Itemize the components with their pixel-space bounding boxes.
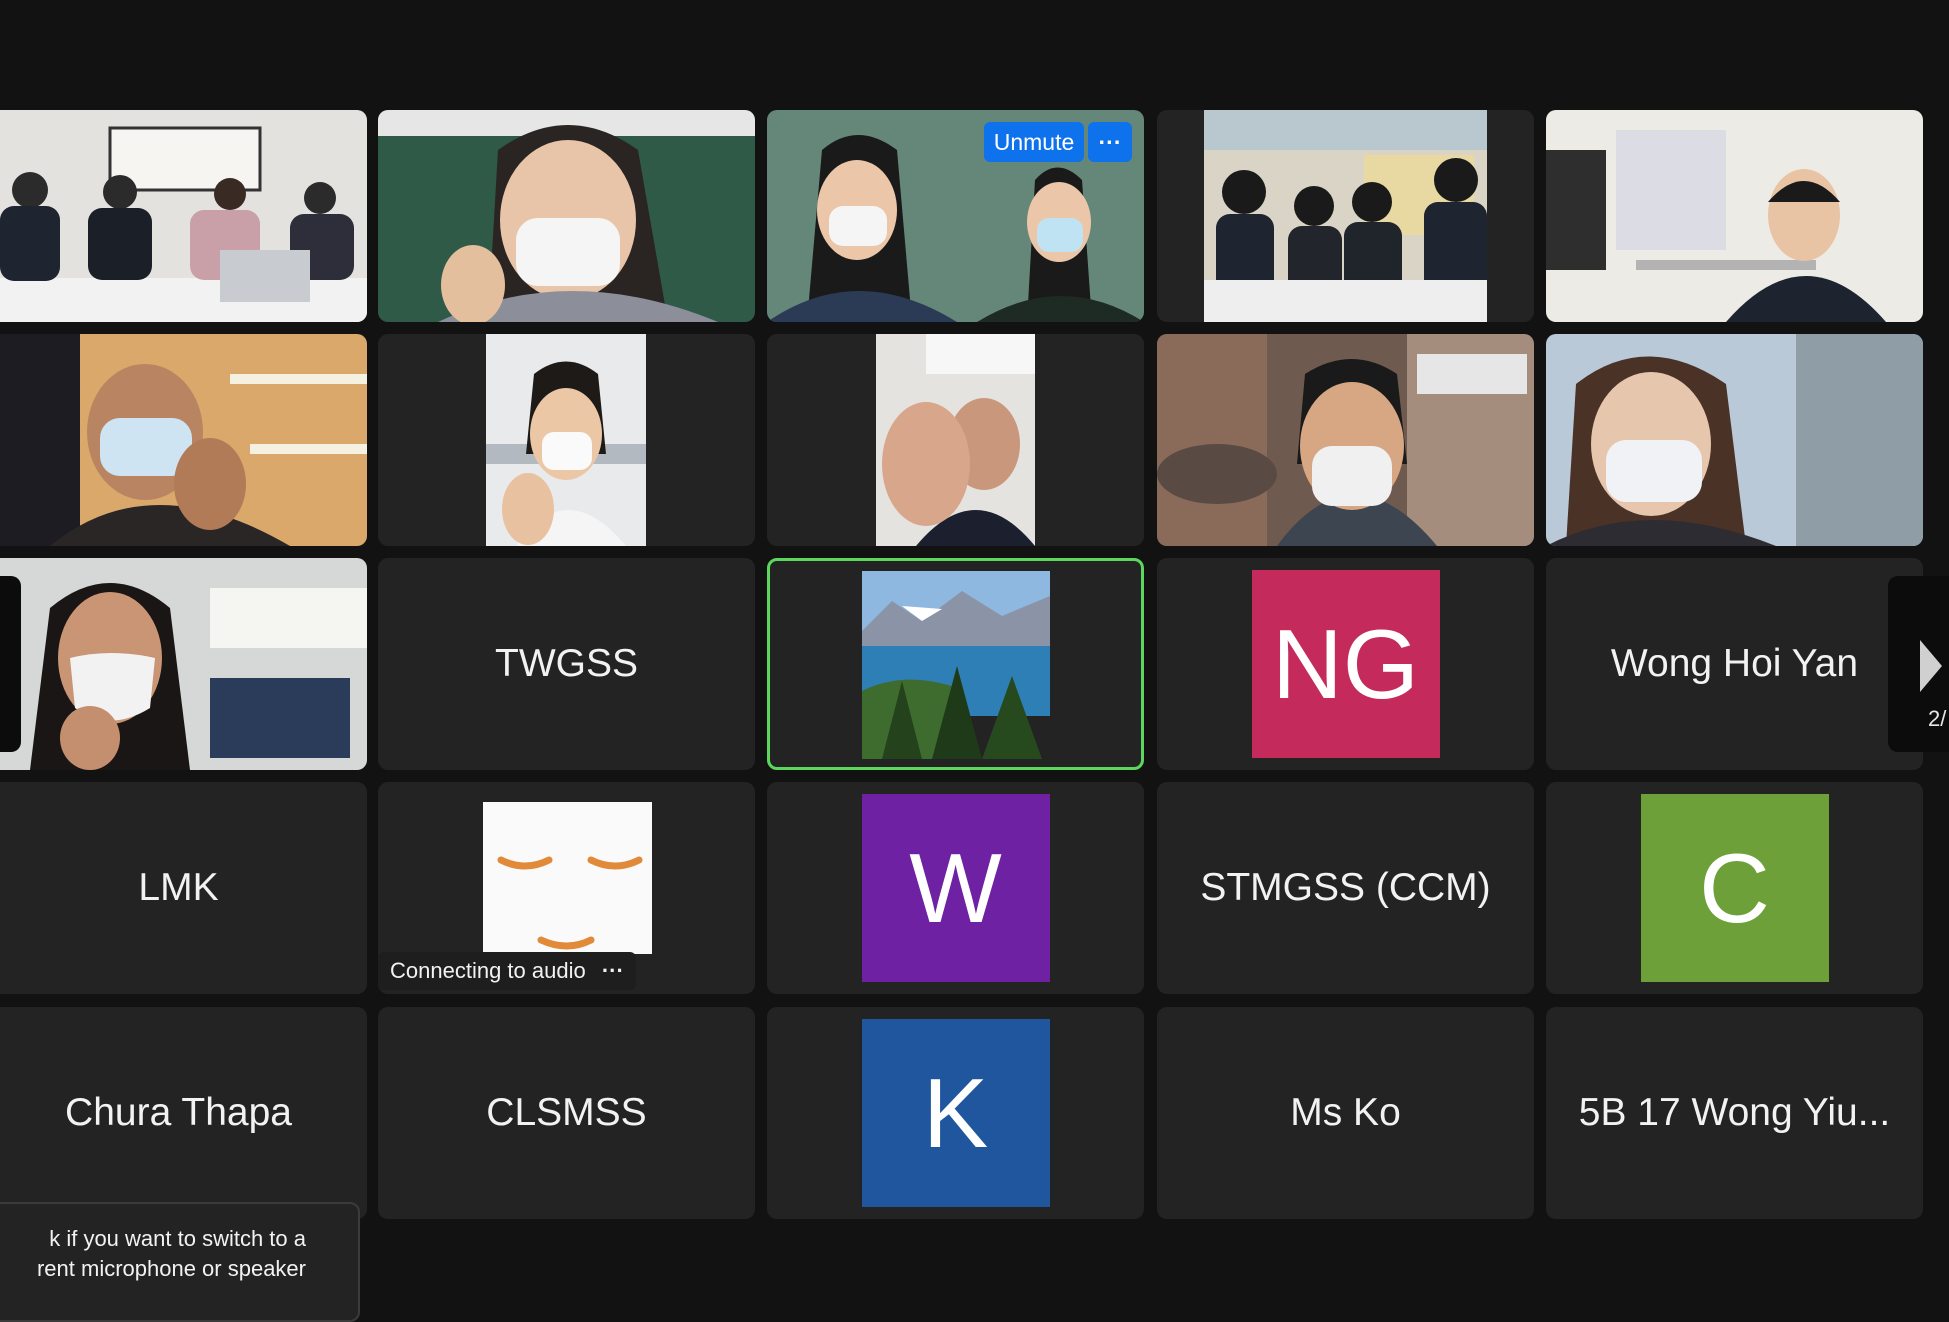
participant-tile-c[interactable]: C [1546, 782, 1923, 994]
video-tile-r1c5[interactable] [1546, 110, 1923, 322]
audio-settings-tooltip: k if you want to switch to a rent microp… [0, 1202, 360, 1322]
participant-tile-lmk[interactable]: LMK [0, 782, 367, 994]
video-tile-r2c2[interactable] [378, 334, 755, 546]
participant-tile-wong-hoi-yan[interactable]: Wong Hoi Yan [1546, 558, 1923, 770]
avatar-c: C [1640, 794, 1829, 982]
profile-picture [862, 571, 1050, 759]
participant-tile-k[interactable]: K [767, 1007, 1144, 1219]
participant-name: Ms Ko [1290, 1091, 1401, 1134]
participant-tile-clsmss[interactable]: CLSMSS [378, 1007, 755, 1219]
unmute-button[interactable]: Unmute [984, 122, 1084, 162]
video-tile-r1c4[interactable] [1157, 110, 1534, 322]
avatar-k: K [861, 1019, 1050, 1207]
video-tile-r2c4[interactable] [1157, 334, 1534, 546]
participant-tile-twgss[interactable]: TWGSS [378, 558, 755, 770]
audio-status-label[interactable]: Connecting to audio ··· [378, 952, 636, 990]
video-tile-r2c1[interactable] [0, 334, 367, 546]
avatar-ng: NG [1251, 570, 1440, 758]
audio-status-text: Connecting to audio [390, 958, 586, 983]
video-tile-r3c1[interactable] [0, 558, 367, 770]
avatar-initials: K [922, 1057, 989, 1168]
participant-video [378, 110, 755, 322]
participant-name: 5B 17 Wong Yiu... [1578, 1091, 1891, 1134]
participant-video [1546, 110, 1923, 322]
participant-tile-ms-ko[interactable]: Ms Ko [1157, 1007, 1534, 1219]
video-tile-r1c3[interactable]: Unmute ··· [767, 110, 1144, 322]
more-icon[interactable]: ··· [602, 958, 624, 983]
active-speaker-tile[interactable] [767, 558, 1144, 770]
participant-video [1546, 334, 1923, 546]
participant-tile-chura-thapa[interactable]: Chura Thapa [0, 1007, 367, 1219]
participant-name: CLSMSS [486, 1091, 647, 1134]
participant-video [0, 334, 367, 546]
previous-page-button[interactable] [0, 576, 21, 752]
tooltip-line-1: k if you want to switch to a [49, 1226, 306, 1251]
avatar-w: W [861, 794, 1050, 982]
avatar-initials: C [1699, 832, 1770, 943]
avatar-initials: W [909, 832, 1002, 943]
participant-tile-audio-connecting[interactable]: Connecting to audio ··· [378, 782, 755, 994]
chevron-right-icon [1920, 640, 1942, 692]
participant-tile-w[interactable]: W [767, 782, 1144, 994]
participant-name: STMGSS (CCM) [1200, 866, 1491, 909]
participant-name: Wong Hoi Yan [1610, 642, 1859, 685]
participant-video [1157, 334, 1534, 546]
participant-tile-stmgss[interactable]: STMGSS (CCM) [1157, 782, 1534, 994]
next-page-button[interactable]: 2/ [1888, 576, 1949, 752]
participant-name: TWGSS [495, 642, 638, 685]
page-indicator: 2/ [1928, 706, 1947, 731]
video-tile-r2c3[interactable] [767, 334, 1144, 546]
participant-video [486, 334, 646, 546]
participant-video [0, 558, 367, 770]
participant-name: LMK [138, 866, 219, 909]
participant-video [1204, 110, 1487, 322]
profile-picture [483, 802, 652, 954]
video-tile-r1c1[interactable] [0, 110, 367, 322]
more-options-button[interactable]: ··· [1088, 122, 1132, 162]
participant-video [0, 110, 367, 322]
participant-video [876, 334, 1035, 546]
avatar-initials: NG [1272, 608, 1419, 719]
participant-tile-wong-yiu[interactable]: 5B 17 Wong Yiu... [1546, 1007, 1923, 1219]
tooltip-line-2: rent microphone or speaker [36, 1256, 306, 1281]
video-tile-r2c5[interactable] [1546, 334, 1923, 546]
video-tile-r1c2[interactable] [378, 110, 755, 322]
participant-tile-ng[interactable]: NG [1157, 558, 1534, 770]
participant-name: Chura Thapa [65, 1091, 292, 1134]
